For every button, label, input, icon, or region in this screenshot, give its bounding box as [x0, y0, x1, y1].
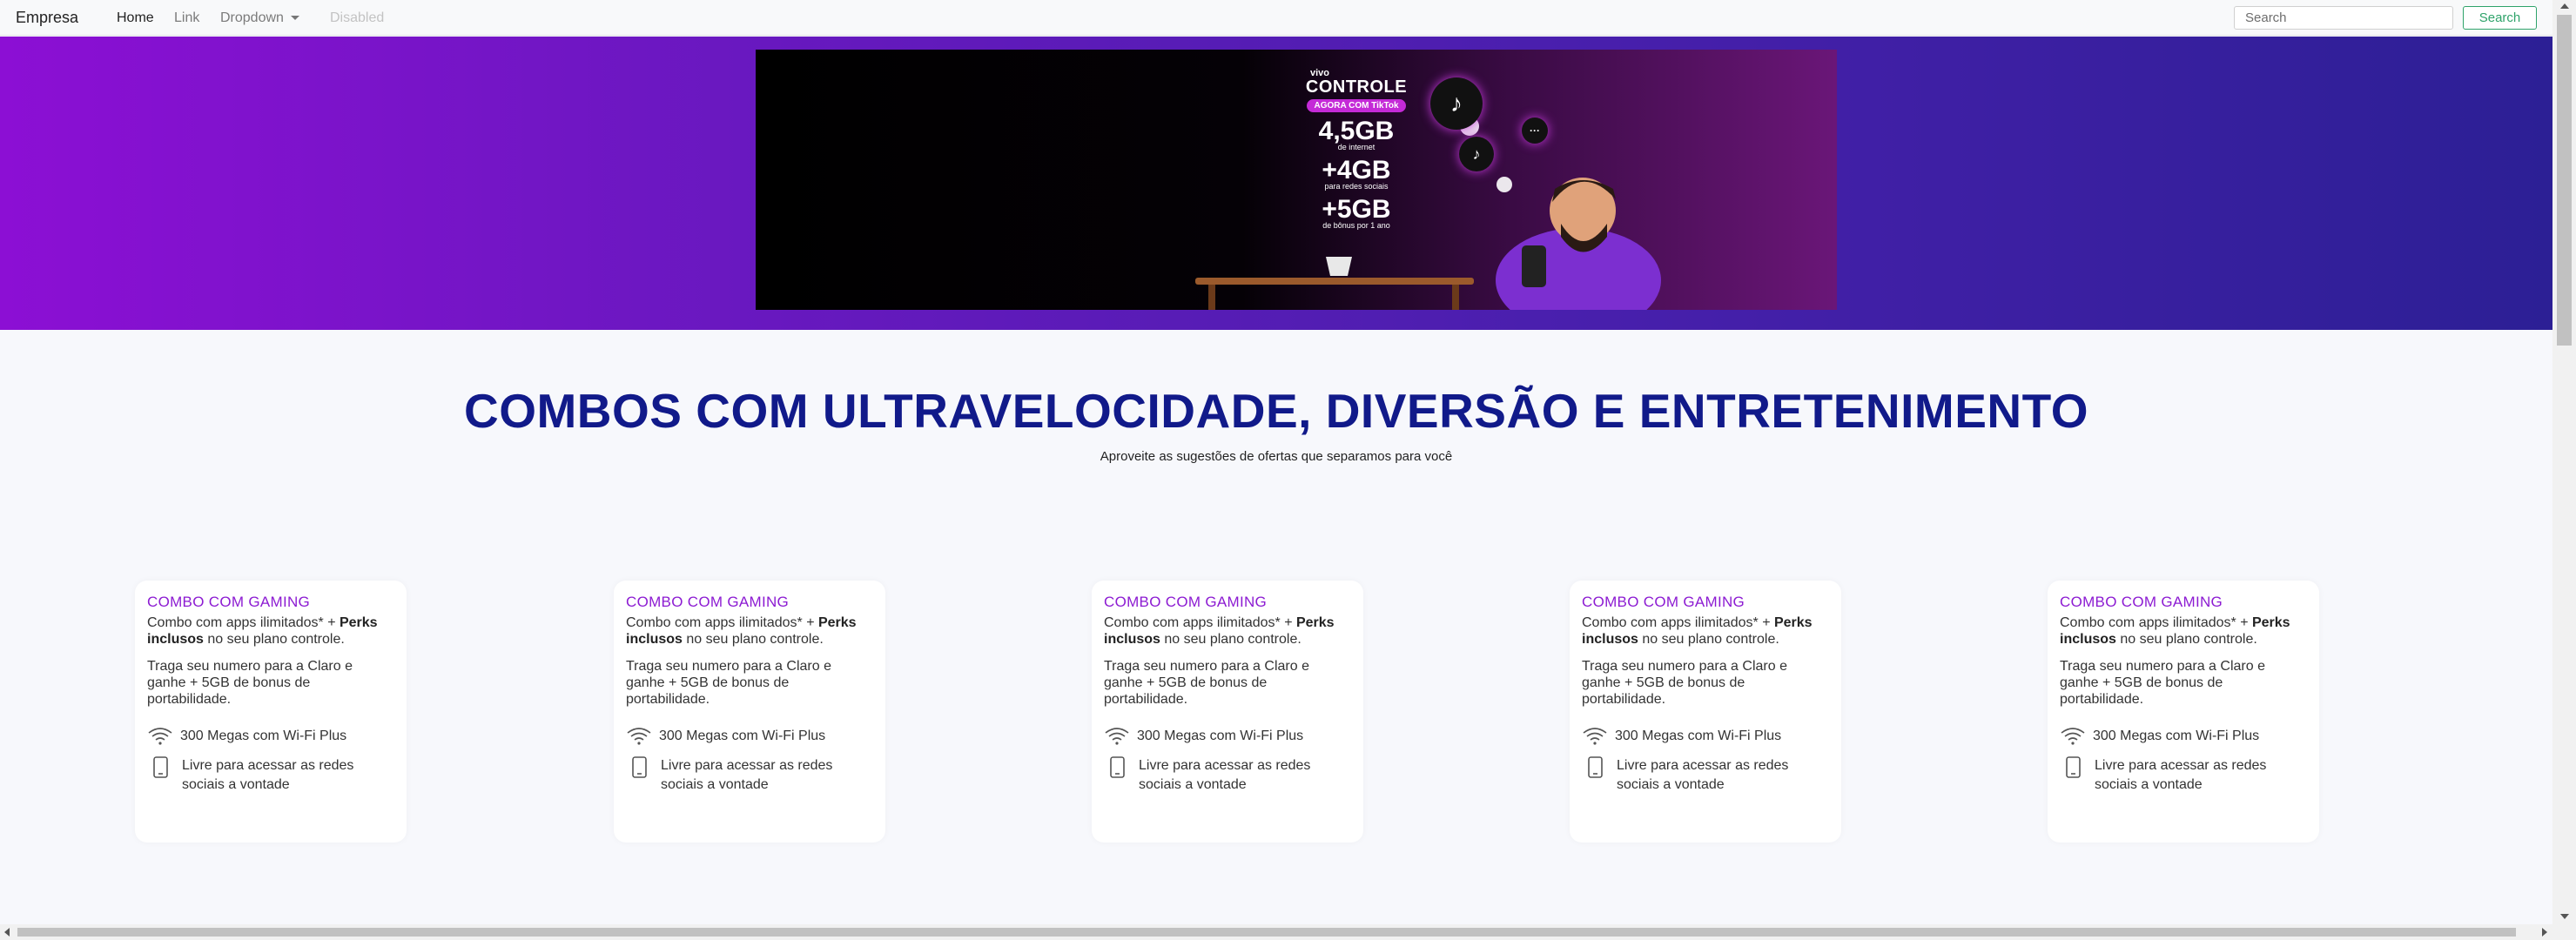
wifi-icon — [1583, 728, 1607, 745]
feature-wifi: 300 Megas com Wi-Fi Plus — [1582, 727, 1829, 746]
feature-wifi-label: 300 Megas com Wi-Fi Plus — [1615, 728, 1782, 743]
feature-social-label: Livre para acessar as redes sociais a vo… — [2095, 758, 2267, 792]
smartphone-icon — [1110, 756, 1125, 778]
wifi-icon — [2061, 728, 2085, 745]
card-portability: Traga seu numero para a Claro e ganhe + … — [626, 659, 831, 707]
feature-wifi-label: 300 Megas com Wi-Fi Plus — [1137, 728, 1304, 743]
scroll-left-arrow-icon[interactable] — [4, 928, 10, 937]
card-desc-post: no seu plano controle. — [1160, 632, 1301, 647]
tiktok-small-icon: ♪ — [1459, 137, 1494, 171]
card-portability: Traga seu numero para a Claro e ganhe + … — [1582, 659, 1787, 707]
feature-social-label: Livre para acessar as redes sociais a vo… — [182, 758, 354, 792]
feature-wifi-label: 300 Megas com Wi-Fi Plus — [180, 728, 347, 743]
wifi-icon — [148, 728, 172, 745]
scroll-up-arrow-icon[interactable] — [2560, 3, 2569, 9]
offer-card[interactable]: COMBO COM GAMING Combo com apps ilimitad… — [1092, 581, 1363, 843]
tiktok-icon: ♪ — [1430, 77, 1483, 130]
hero-section: vivo CONTROLE AGORA COM TikTok 4,5GB de … — [0, 37, 2552, 330]
wifi-icon — [627, 728, 651, 745]
card-desc-pre: Combo com apps ilimitados* + — [1104, 615, 1296, 630]
cup-shape — [1326, 257, 1352, 276]
table-top-shape — [1195, 278, 1474, 285]
banner-illustration — [1195, 117, 1661, 310]
feature-social: Livre para acessar as redes sociais a vo… — [2060, 756, 2307, 795]
card-title: COMBO COM GAMING — [1104, 594, 1268, 610]
feature-social-label: Livre para acessar as redes sociais a vo… — [1617, 758, 1789, 792]
feature-wifi-label: 300 Megas com Wi-Fi Plus — [659, 728, 826, 743]
card-desc-pre: Combo com apps ilimitados* + — [1582, 615, 1774, 630]
offer-card[interactable]: COMBO COM GAMING Combo com apps ilimitad… — [614, 581, 885, 843]
card-desc-post: no seu plano controle. — [1638, 632, 1779, 647]
offer-card[interactable]: COMBO COM GAMING Combo com apps ilimitad… — [135, 581, 407, 843]
card-desc-post: no seu plano controle. — [682, 632, 824, 647]
vertical-scrollbar-thumb[interactable] — [2557, 15, 2572, 346]
caret-down-icon — [290, 16, 299, 21]
feature-social-label: Livre para acessar as redes sociais a vo… — [661, 758, 833, 792]
offer-card[interactable]: COMBO COM GAMING Combo com apps ilimitad… — [2048, 581, 2319, 843]
card-desc-pre: Combo com apps ilimitados* + — [626, 615, 818, 630]
search-button[interactable]: Search — [2463, 6, 2537, 30]
card-desc-post: no seu plano controle. — [203, 632, 345, 647]
feature-social-label: Livre para acessar as redes sociais a vo… — [1139, 758, 1311, 792]
nav-link[interactable]: Link — [174, 10, 199, 26]
card-description: Combo com apps ilimitados* + Perks inclu… — [147, 614, 394, 648]
nav-disabled: Disabled — [330, 10, 385, 25]
card-portability: Traga seu numero para a Claro e ganhe + … — [1104, 659, 1309, 707]
nav-home[interactable]: Home — [117, 10, 154, 26]
smartphone-icon — [2066, 756, 2081, 778]
feature-social: Livre para acessar as redes sociais a vo… — [1582, 756, 1829, 795]
card-portability: Traga seu numero para a Claro e ganhe + … — [2060, 659, 2265, 707]
table-leg-shape — [1452, 285, 1459, 310]
offer-card[interactable]: COMBO COM GAMING Combo com apps ilimitad… — [1570, 581, 1841, 843]
search-input[interactable] — [2234, 6, 2453, 30]
promo-banner[interactable]: vivo CONTROLE AGORA COM TikTok 4,5GB de … — [756, 50, 1837, 310]
feature-social: Livre para acessar as redes sociais a vo… — [1104, 756, 1351, 795]
smartphone-icon — [153, 756, 168, 778]
phone-shape — [1522, 245, 1546, 287]
page-subtitle: Aproveite as sugestões de ofertas que se… — [1100, 449, 1453, 464]
card-description: Combo com apps ilimitados* + Perks inclu… — [626, 614, 873, 648]
nav-dropdown[interactable]: Dropdown — [220, 10, 299, 26]
feature-wifi: 300 Megas com Wi-Fi Plus — [626, 727, 873, 746]
feature-social: Livre para acessar as redes sociais a vo… — [147, 756, 394, 795]
card-description: Combo com apps ilimitados* + Perks inclu… — [1582, 614, 1829, 648]
navbar: Empresa Home Link Dropdown Disabled Sear… — [0, 0, 2552, 36]
scroll-right-arrow-icon[interactable] — [2542, 928, 2547, 937]
card-description: Combo com apps ilimitados* + Perks inclu… — [1104, 614, 1351, 648]
card-desc-post: no seu plano controle. — [2115, 632, 2257, 647]
card-description: Combo com apps ilimitados* + Perks inclu… — [2060, 614, 2307, 648]
nav-dropdown-label: Dropdown — [220, 10, 284, 25]
feature-wifi-label: 300 Megas com Wi-Fi Plus — [2093, 728, 2260, 743]
page-title: COMBOS COM ULTRAVELOCIDADE, DIVERSÃO E E… — [463, 384, 2089, 438]
card-title: COMBO COM GAMING — [626, 594, 790, 610]
bubble-shape — [1497, 177, 1512, 192]
horizontal-scrollbar-thumb[interactable] — [17, 928, 2516, 937]
smartphone-icon — [632, 756, 647, 778]
feature-social: Livre para acessar as redes sociais a vo… — [626, 756, 873, 795]
card-desc-pre: Combo com apps ilimitados* + — [2060, 615, 2252, 630]
smartphone-icon — [1588, 756, 1603, 778]
feature-wifi: 300 Megas com Wi-Fi Plus — [147, 727, 394, 746]
card-title: COMBO COM GAMING — [2060, 594, 2223, 610]
table-leg-shape — [1208, 285, 1215, 310]
feature-wifi: 300 Megas com Wi-Fi Plus — [2060, 727, 2307, 746]
card-title: COMBO COM GAMING — [147, 594, 311, 610]
card-portability: Traga seu numero para a Claro e ganhe + … — [147, 659, 353, 707]
card-title: COMBO COM GAMING — [1582, 594, 1745, 610]
brand-logo[interactable]: Empresa — [16, 9, 78, 27]
chat-bubble-icon: ··· — [1522, 118, 1548, 144]
feature-wifi: 300 Megas com Wi-Fi Plus — [1104, 727, 1351, 746]
scroll-down-arrow-icon[interactable] — [2560, 914, 2569, 919]
card-desc-pre: Combo com apps ilimitados* + — [147, 615, 340, 630]
wifi-icon — [1105, 728, 1129, 745]
